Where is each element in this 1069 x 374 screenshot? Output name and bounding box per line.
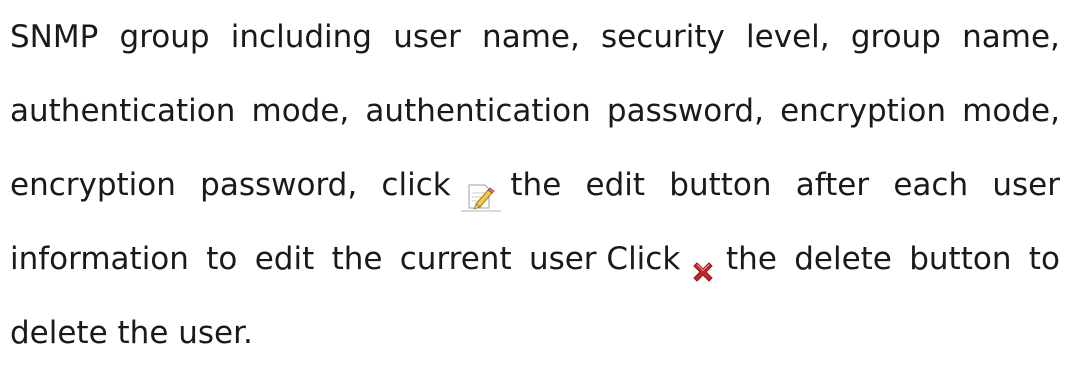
word: Click xyxy=(606,241,681,277)
word: information xyxy=(10,241,189,277)
description-paragraph: SNMP group including user name, security… xyxy=(10,0,1060,370)
word: group xyxy=(119,19,210,55)
word: user xyxy=(992,167,1060,203)
line-2: authentication mode, authentication pass… xyxy=(10,74,1060,148)
word: name, xyxy=(962,19,1060,55)
edit-pencil-icon xyxy=(460,165,501,211)
word: to xyxy=(1028,241,1060,277)
word: authentication xyxy=(365,93,591,129)
word: user xyxy=(528,241,597,277)
word: mode, xyxy=(962,93,1060,129)
last-line-text: delete the user. xyxy=(10,315,253,351)
word: user xyxy=(393,19,461,55)
word: the xyxy=(510,167,562,203)
word: authentication xyxy=(10,93,236,129)
word: name, xyxy=(482,19,580,55)
delete-x-icon xyxy=(690,238,716,282)
word: security xyxy=(601,19,725,55)
line-3: encryption password, click the edit butt… xyxy=(10,148,1060,222)
word: button xyxy=(669,167,772,203)
line-5: delete the user. xyxy=(10,296,1060,370)
word: group xyxy=(850,19,941,55)
word: password, xyxy=(200,167,358,203)
word: password, xyxy=(606,93,764,129)
word: encryption xyxy=(10,167,176,203)
word: current xyxy=(399,241,512,277)
word: after xyxy=(795,167,870,203)
word: the xyxy=(726,241,777,277)
word: edit xyxy=(254,241,315,277)
word: button xyxy=(909,241,1012,277)
word: edit xyxy=(585,167,646,203)
line-1: SNMP group including user name, security… xyxy=(10,0,1060,74)
click-edit-group: click the xyxy=(381,148,561,222)
word: level, xyxy=(746,19,830,55)
word: encryption xyxy=(780,93,947,129)
word: including xyxy=(230,19,372,55)
line-4: information to edit the current user Cli… xyxy=(10,222,1060,296)
word: SNMP xyxy=(10,19,99,55)
word: delete xyxy=(794,241,892,277)
word: click xyxy=(381,167,451,203)
word: the xyxy=(331,241,383,277)
word: to xyxy=(206,241,238,277)
word: mode, xyxy=(251,93,350,129)
click-delete-group: user Click the xyxy=(529,222,777,296)
word: each xyxy=(893,167,969,203)
